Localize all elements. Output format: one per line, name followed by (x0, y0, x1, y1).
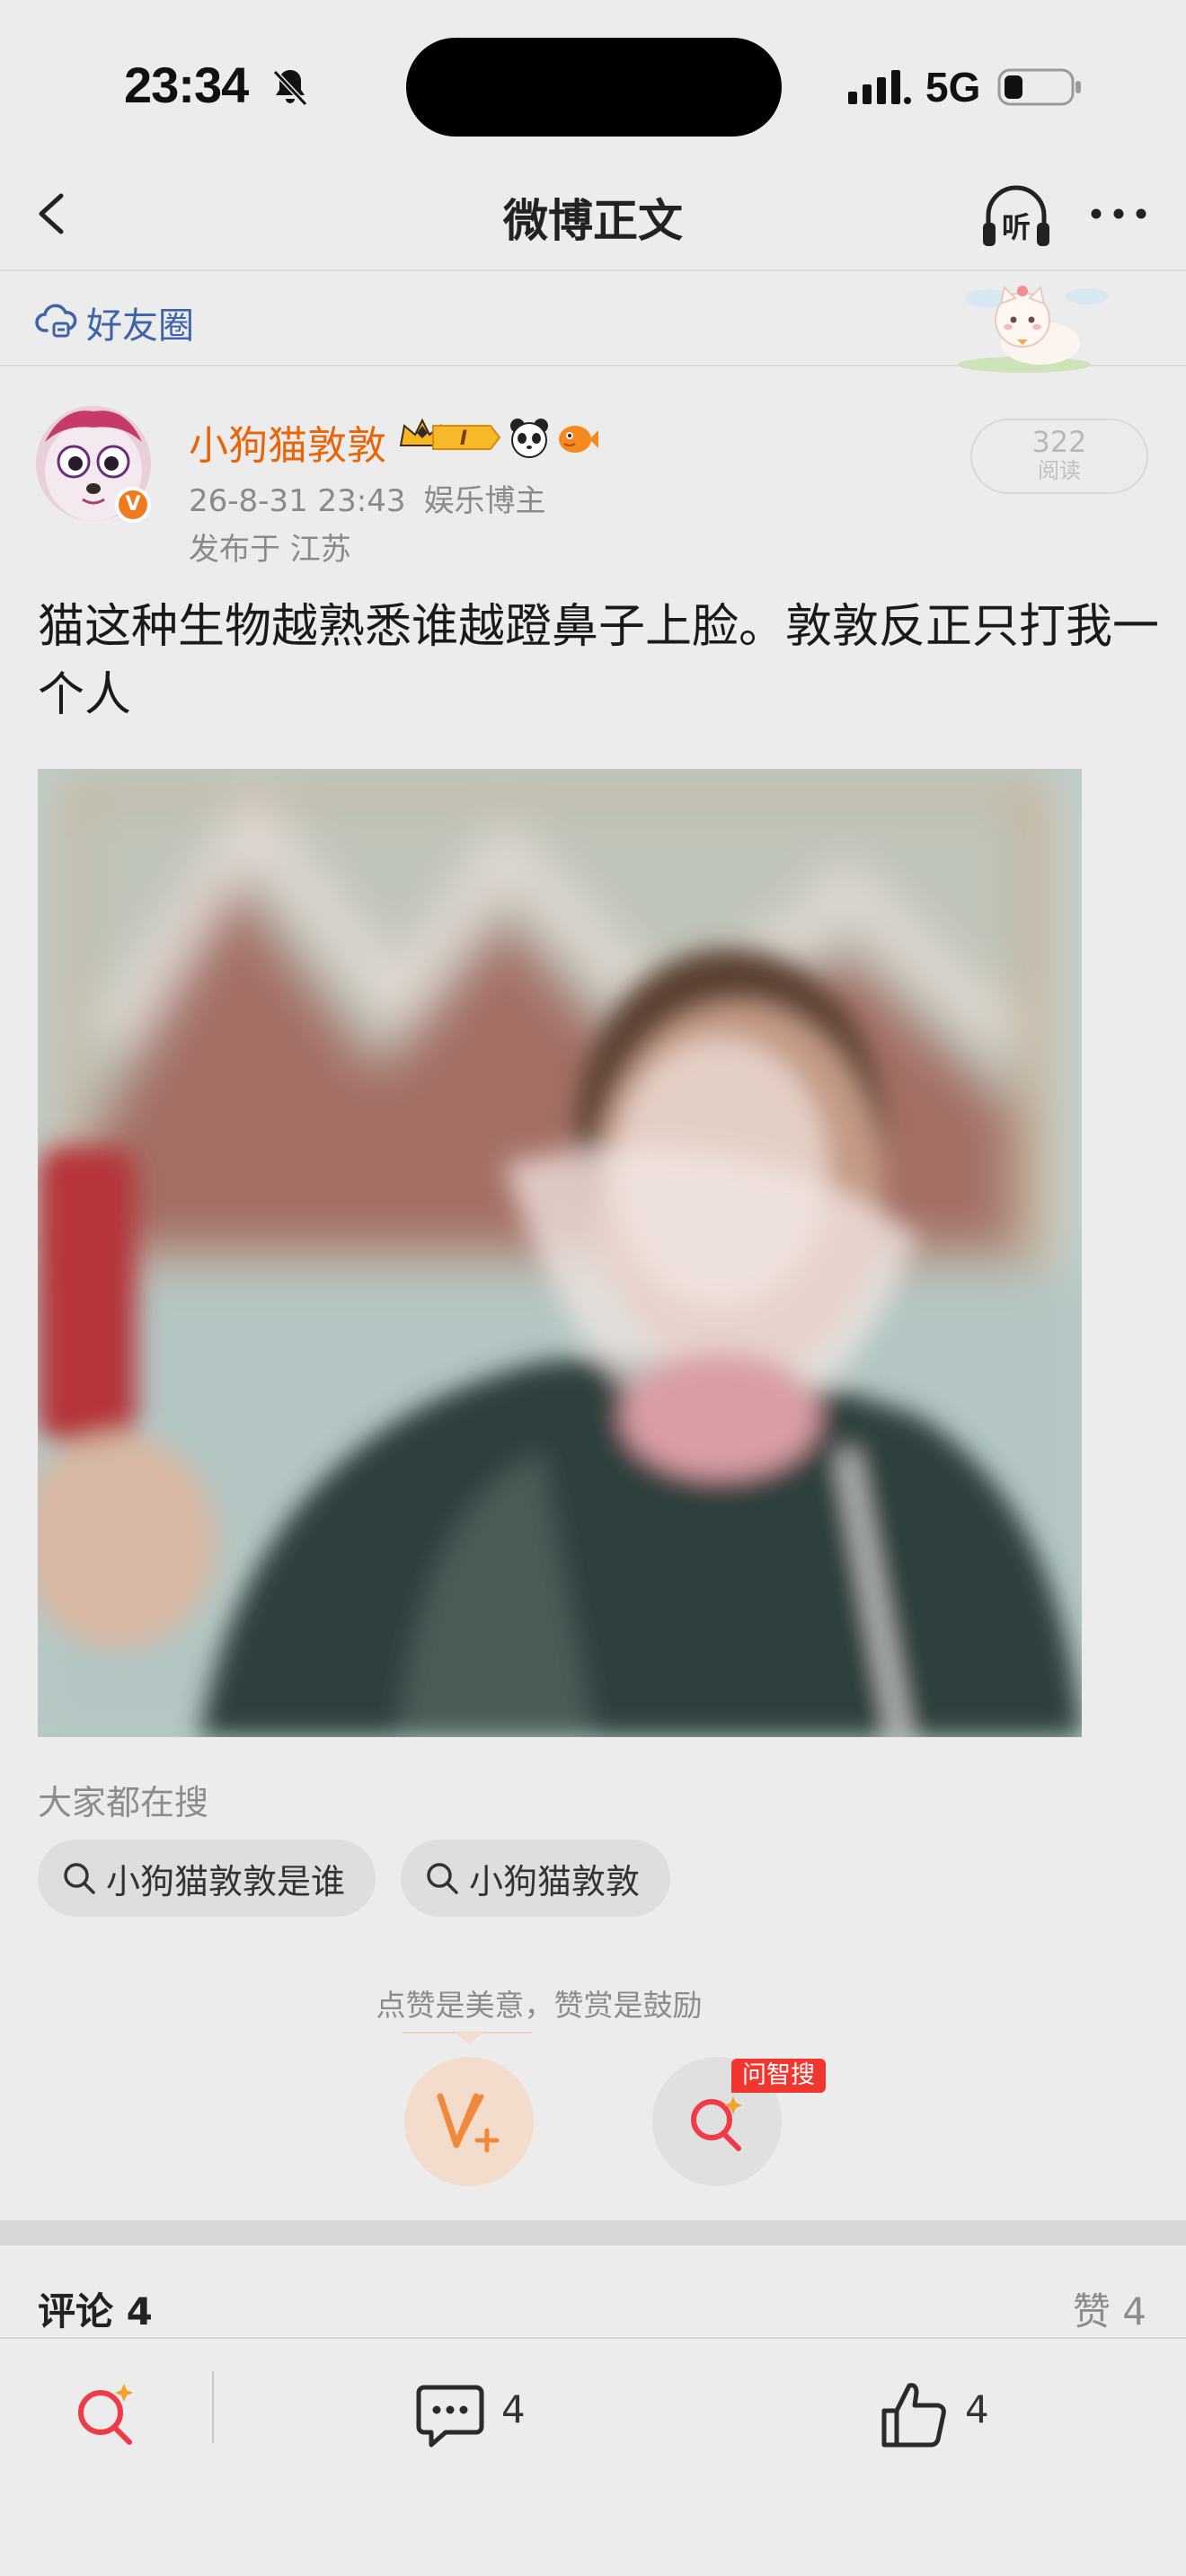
search-icon (427, 1863, 458, 1894)
network-type: 5G (925, 64, 981, 110)
more-options-icon[interactable] (1087, 198, 1150, 230)
status-time: 23:34 (124, 57, 249, 113)
comment-count: 4 (501, 2387, 526, 2431)
search-chip-label: 小狗猫敦敦 (469, 1861, 641, 1901)
post-text: 猫这种生物越熟悉谁越蹬鼻子上脸。敦敦反正只打我一个人 (38, 600, 1160, 722)
comment-icon[interactable] (415, 2380, 485, 2450)
battery-icon (997, 68, 1081, 106)
thumbs-up-icon[interactable] (879, 2378, 949, 2450)
toolbar-separator (212, 2371, 214, 2443)
dynamic-island (406, 38, 782, 137)
search-chip[interactable]: 小狗猫敦敦 (401, 1839, 671, 1917)
post-image[interactable] (38, 769, 1082, 1737)
status-bar: 23:34 5G (0, 0, 1186, 162)
reward-button[interactable] (404, 2057, 534, 2186)
section-divider (0, 2220, 1186, 2245)
bell-mute-icon (272, 69, 308, 107)
search-chip[interactable]: 小狗猫敦敦是谁 (38, 1839, 376, 1917)
crown-level-badge-icon[interactable]: I (397, 415, 503, 460)
fish-badge-icon[interactable] (555, 415, 600, 460)
hint-arrow (455, 2032, 483, 2044)
cloud-lock-icon (35, 304, 77, 338)
comments-tab[interactable]: 评论 4 (38, 2281, 153, 2336)
read-label: 阅读 (1038, 458, 1081, 483)
signal-icon (848, 70, 911, 104)
post-datetime: 26-8-31 23:43 (189, 483, 406, 519)
post-category: 娱乐博主 (423, 483, 546, 519)
bottom-toolbar: 4 4 (0, 2339, 1186, 2576)
read-count: 322 (1031, 425, 1087, 459)
cat-sticker-image (958, 286, 1109, 373)
reward-hint: 点赞是美意，赞赏是鼓励 (376, 1988, 703, 2023)
headphone-listen-icon[interactable]: 听 (978, 178, 1055, 253)
search-icon (64, 1863, 95, 1894)
panda-badge-icon[interactable] (507, 415, 552, 460)
wen-zhi-search-tag: 问智搜 (731, 2059, 826, 2093)
post-location: 发布于 江苏 (189, 532, 351, 568)
search-suggestions-title: 大家都在搜 (38, 1783, 209, 1822)
search-chip-label: 小狗猫敦敦是谁 (106, 1861, 346, 1901)
listen-label: 听 (1002, 210, 1031, 244)
like-count: 4 (965, 2387, 989, 2431)
read-count-pill: 322 阅读 (970, 419, 1148, 494)
verified-badge: V (115, 487, 151, 523)
ai-search-icon (691, 2096, 742, 2151)
friend-circle-label: 好友圈 (86, 305, 194, 347)
likes-tab[interactable]: 赞 4 (1073, 2281, 1146, 2336)
username[interactable]: 小狗猫敦敦 (189, 413, 386, 471)
nav-bar: 微博正文 听 (0, 162, 1186, 271)
ai-search-icon[interactable] (70, 2378, 142, 2450)
post-photo-image (38, 769, 1082, 1737)
v-plus-reward-icon (437, 2093, 500, 2153)
friend-circle-bar[interactable]: 好友圈 (0, 271, 1186, 373)
crown-level-text: I (460, 428, 467, 450)
post-meta: 26-8-31 23:43 娱乐博主 (189, 476, 546, 520)
